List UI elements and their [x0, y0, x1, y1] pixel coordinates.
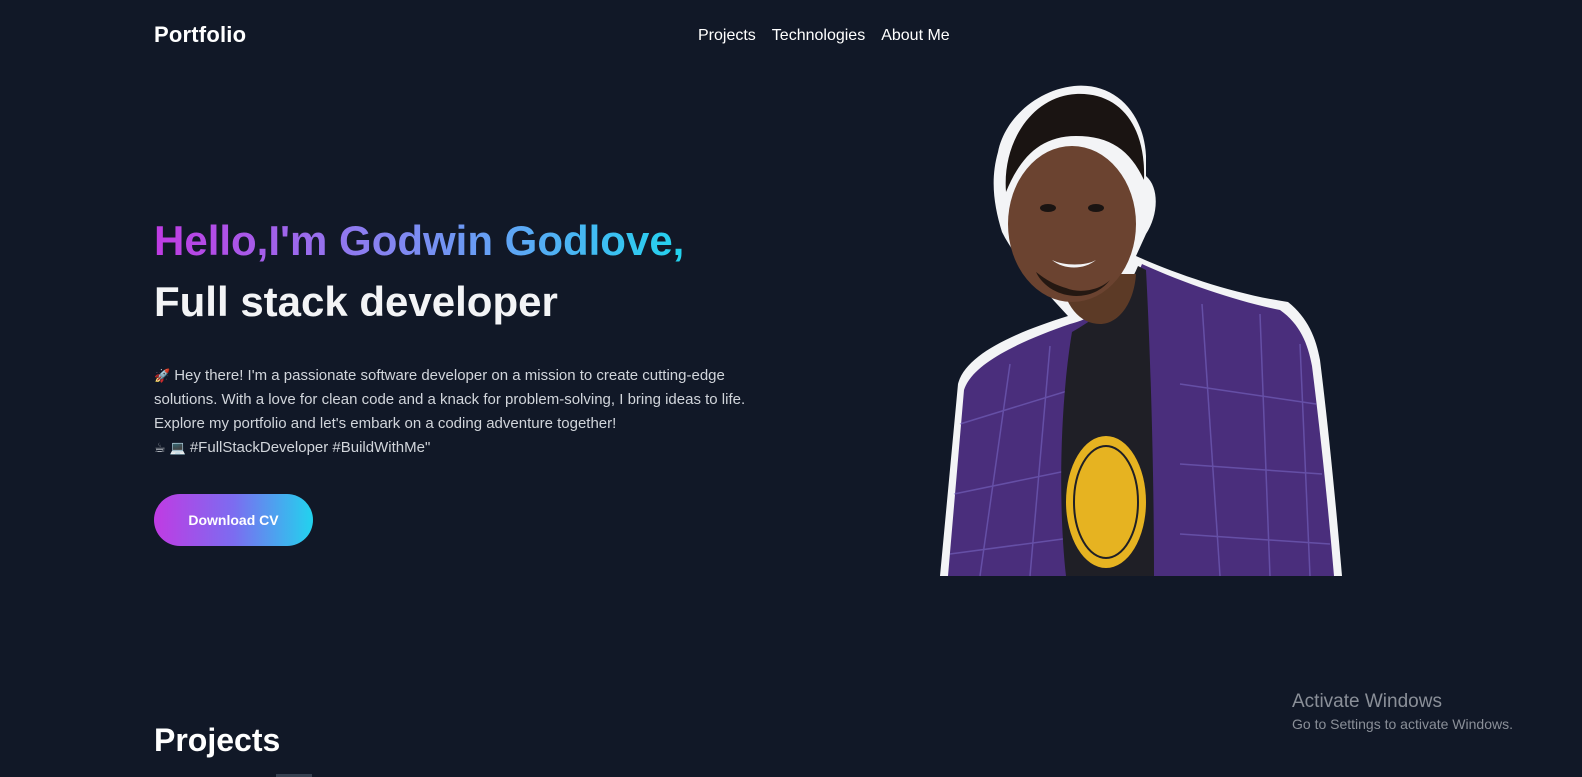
hero-subtitle: Full stack developer: [154, 278, 558, 325]
developer-portrait-image: [940, 85, 1342, 577]
main-nav: Projects Technologies About Me: [698, 27, 950, 45]
nav-technologies[interactable]: Technologies: [772, 27, 865, 45]
watermark-subtitle: Go to Settings to activate Windows.: [1292, 716, 1513, 732]
hero-description: 🚀 Hey there! I'm a passionate software de…: [154, 364, 774, 460]
download-cv-button[interactable]: Download CV: [154, 494, 313, 546]
coffee-icon: ☕: [154, 440, 166, 455]
description-line-1: 🚀 Hey there! I'm a passionate software de…: [154, 364, 774, 388]
projects-heading: Projects: [154, 722, 281, 758]
hero-title-text: Hello,I'm Godwin Godlove,: [154, 217, 685, 264]
nav-projects[interactable]: Projects: [698, 27, 756, 45]
windows-activation-watermark: Activate Windows Go to Settings to activ…: [1292, 690, 1513, 734]
description-line-4: ☕ 💻 #FullStackDeveloper #BuildWithMe": [154, 436, 774, 460]
description-text-1: Hey there! I'm a passionate software dev…: [174, 367, 725, 384]
description-line-3: Explore my portfolio and let's embark on…: [154, 415, 617, 432]
description-line-2: solutions. With a love for clean code an…: [154, 391, 746, 408]
hero-title: Hello,I'm Godwin Godlove,: [154, 214, 684, 268]
hashtags-text: #FullStackDeveloper #BuildWithMe": [189, 439, 431, 456]
watermark-title: Activate Windows: [1292, 691, 1442, 712]
portfolio-page: Portfolio Projects Technologies About Me…: [0, 0, 1582, 777]
site-logo[interactable]: Portfolio: [154, 22, 246, 48]
nav-about-me[interactable]: About Me: [881, 27, 949, 45]
laptop-icon: 💻: [169, 440, 186, 455]
rocket-icon: 🚀: [154, 368, 171, 383]
